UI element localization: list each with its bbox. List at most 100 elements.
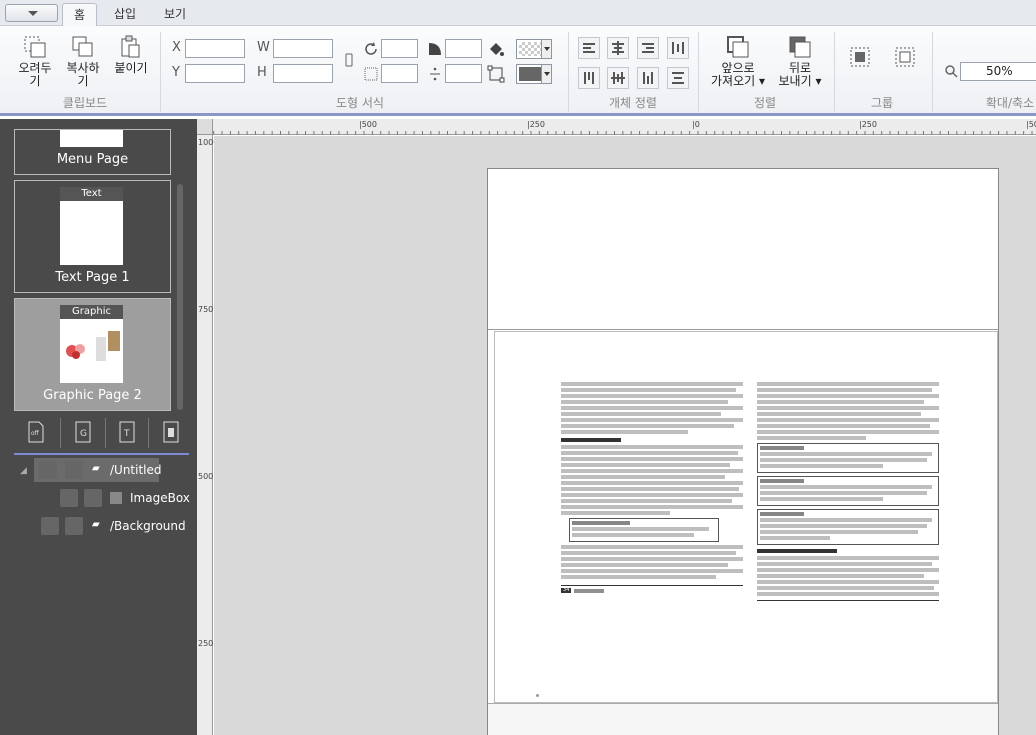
fill-bucket-icon[interactable] [487,40,505,58]
layer-row-imagebox[interactable]: ImageBox [55,486,195,510]
align-middle-button[interactable] [607,67,629,89]
align-right-icon [642,43,654,53]
align-center-button[interactable] [607,37,629,59]
copy-icon [72,36,93,57]
collapse-triangle-icon[interactable]: ◢ [20,466,27,476]
vertical-ruler: 1000 750 500 250 [197,135,218,735]
svg-text:G: G [80,429,87,439]
lock-icon[interactable] [84,489,102,507]
ruler-label: 500 [198,472,214,481]
document-right-column [757,382,939,662]
tab-insert[interactable]: 삽입 [105,3,145,26]
pattern-icon [364,67,378,81]
divider [60,418,61,448]
page-tag: Graphic [60,305,123,319]
ruler-label: |250 [859,120,877,129]
design-canvas[interactable]: 34 [214,136,1036,735]
x-field[interactable] [185,39,245,58]
page-number-badge: 34 [561,587,572,593]
layer-row-untitled[interactable]: ▰ /Untitled [34,458,162,482]
handle-dot[interactable] [536,694,539,697]
divide-icon [430,67,440,81]
rotation-field[interactable] [381,39,418,58]
corner-field[interactable] [445,39,482,58]
cut-button[interactable]: 오려두 기 [15,34,55,88]
cut-label: 오려두 기 [18,61,52,88]
align-bottom-icon [643,72,653,84]
bring-forward-button[interactable]: 앞으로 가져오기 ▾ [706,34,770,88]
lock-icon[interactable] [65,461,83,479]
align-bottom-button[interactable] [637,67,659,89]
h-label: H [257,65,267,80]
horizontal-ruler: |500 |250 |0 |250 |500 [197,119,1036,135]
page-thumb-menu[interactable]: Menu Page [14,129,171,175]
align-left-button[interactable] [578,37,600,59]
align-top-button[interactable] [578,67,600,89]
ungroup-icon[interactable] [893,45,917,69]
delete-page-button[interactable] [160,420,182,444]
magnifier-icon [945,65,958,78]
border-icon[interactable] [487,65,505,83]
tab-home[interactable]: 홈 [62,3,97,26]
align-right-button[interactable] [637,37,659,59]
lock-ratio-icon[interactable] [340,51,358,69]
layer-row-background[interactable]: ▰ /Background [36,514,191,538]
bring-forward-label: 앞으로 가져오기 ▾ [711,61,765,88]
tab-view[interactable]: 보기 [155,3,195,26]
fill-swatch [519,42,542,56]
page-label: Text Page 1 [55,270,130,285]
page-thumb-text-1[interactable]: Text Text Page 1 [14,180,171,293]
ribbon: 오려두 기 복사하 기 붙이기 클립보드 X Y W H 도형 서식 개체 정렬… [0,26,1036,116]
distribute-vertical-button[interactable] [667,67,689,89]
align-left-icon [583,43,595,53]
shape-format-group-label: 도형 서식 [336,96,384,110]
w-field[interactable] [273,39,333,58]
text-page-button[interactable]: T [116,420,138,444]
page-thumb-graphic-2[interactable]: Graphic Graphic Page 2 [14,298,171,411]
ribbon-tab-bar: 홈 삽입 보기 [0,0,1036,26]
divider [148,418,149,448]
distribute-vertical-icon [672,72,684,84]
ruler-label: |0 [692,120,700,129]
eye-icon[interactable] [60,489,78,507]
panel-divider [14,453,189,455]
divider [105,418,106,448]
x-label: X [172,40,181,55]
line-swatch [519,67,542,81]
page-off-button[interactable]: off [25,420,47,444]
opacity-field[interactable] [445,64,482,83]
divider [932,32,933,112]
pattern-field[interactable] [381,64,418,83]
layer-label: /Untitled [110,463,162,477]
graphic-page-button[interactable]: G [72,420,94,444]
group-icon[interactable] [848,45,872,69]
ruler-label: |500 [1026,120,1036,129]
ruler-label: 250 [198,639,214,648]
svg-text:T: T [123,429,130,439]
page-artboard[interactable]: 34 [487,168,999,735]
h-field[interactable] [273,64,333,83]
lock-icon[interactable] [65,517,83,535]
send-backward-button[interactable]: 뒤로 보내기 ▾ [772,34,828,88]
eye-icon[interactable] [39,461,57,479]
graphic-preview-image [66,331,120,361]
distribute-horizontal-button[interactable] [667,37,689,59]
file-menu-button[interactable] [5,4,58,22]
page-preview: Text [60,187,123,265]
graphic-page-icon: G [75,421,91,443]
eye-icon[interactable] [41,517,59,535]
line-color-dropdown[interactable] [516,64,552,84]
copy-button[interactable]: 복사하 기 [62,34,104,88]
fill-color-dropdown[interactable] [516,39,552,59]
ruler-label: |500 [359,120,377,129]
zoom-level-input[interactable]: 50% [960,62,1036,81]
distribute-horizontal-icon [672,42,684,54]
paste-button[interactable]: 붙이기 [110,34,152,75]
svg-text:off: off [31,430,40,437]
chevron-down-icon [28,11,38,16]
page-list-scrollbar[interactable] [177,184,183,410]
imagebox-document[interactable]: 34 [494,331,998,703]
y-field[interactable] [185,64,245,83]
ruler-corner [197,119,213,135]
corner-icon [429,43,441,55]
